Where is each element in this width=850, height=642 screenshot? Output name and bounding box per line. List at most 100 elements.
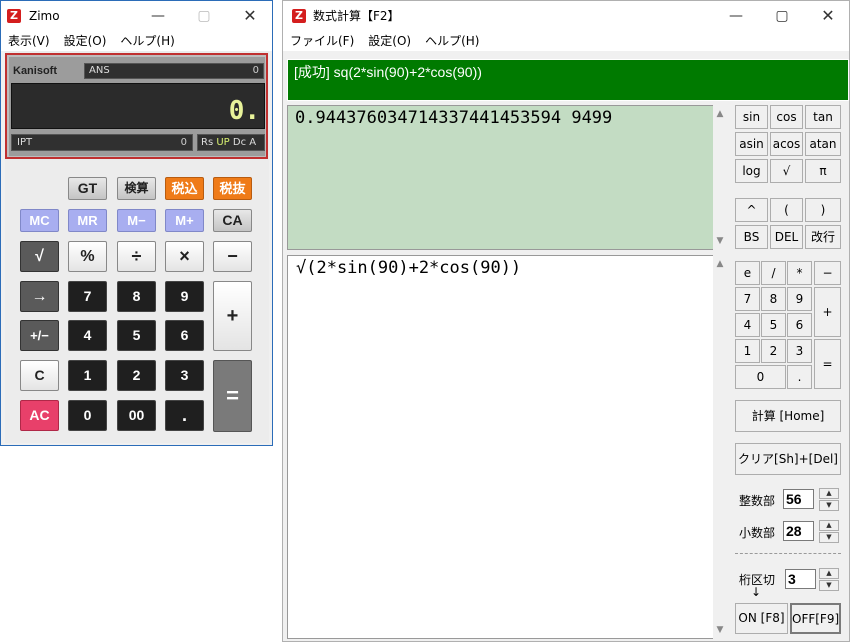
digit-8-button[interactable]: 8 <box>761 287 786 311</box>
menu-view[interactable]: 表示(V) <box>1 31 57 51</box>
backspace-button[interactable]: BS <box>735 225 768 249</box>
check-button[interactable]: 検算 <box>117 177 156 200</box>
scroll-down-icon[interactable]: ▼ <box>713 623 727 637</box>
open-paren-button[interactable]: ( <box>770 198 803 222</box>
calculate-button[interactable]: 計算 [Home] <box>735 400 841 432</box>
sqrt-button[interactable]: √ <box>770 159 803 183</box>
log-button[interactable]: log <box>735 159 768 183</box>
decimal-point-button[interactable]: . <box>787 365 812 389</box>
decimal-digits-input[interactable]: 28 <box>783 521 814 541</box>
clear-button[interactable]: クリア[Sh]+[Del] <box>735 443 841 475</box>
equals-button[interactable]: = <box>814 339 841 389</box>
spin-up-icon[interactable]: ▲ <box>819 520 839 531</box>
digit-9-button[interactable]: 9 <box>787 287 812 311</box>
menu-help[interactable]: ヘルプ(H) <box>113 31 181 51</box>
menu-file[interactable]: ファイル(F) <box>283 31 361 51</box>
backspace-arrow-button[interactable]: → <box>20 281 59 312</box>
spin-down-icon[interactable]: ▼ <box>819 580 839 591</box>
digit-grouping-spinner[interactable]: ▲ ▼ <box>819 568 839 592</box>
decimal-digits-spinner[interactable]: ▲ ▼ <box>819 520 839 544</box>
spin-up-icon[interactable]: ▲ <box>819 568 839 579</box>
ca-button[interactable]: CA <box>213 209 252 232</box>
digit-3-button[interactable]: 3 <box>787 339 812 363</box>
input-scrollbar[interactable]: ▲ ▼ <box>713 255 727 639</box>
atan-button[interactable]: atan <box>805 132 841 156</box>
digit-1-button[interactable]: 1 <box>68 360 107 391</box>
minimize-button[interactable]: — <box>135 1 181 31</box>
result-scrollbar[interactable]: ▲ ▼ <box>713 105 727 250</box>
integer-digits-input[interactable]: 56 <box>783 489 814 509</box>
mc-button[interactable]: MC <box>20 209 59 232</box>
acos-button[interactable]: acos <box>770 132 803 156</box>
percent-button[interactable]: % <box>68 241 107 272</box>
grouping-off-button[interactable]: OFF[F9] <box>790 603 841 634</box>
e-button[interactable]: e <box>735 261 760 285</box>
scroll-up-icon[interactable]: ▲ <box>713 257 727 271</box>
digit-0-button[interactable]: 0 <box>68 400 107 431</box>
spin-down-icon[interactable]: ▼ <box>819 532 839 543</box>
expression-input[interactable]: √(2*sin(90)+2*cos(90)) <box>287 255 715 639</box>
minimize-button[interactable]: — <box>713 1 759 31</box>
tax-include-button[interactable]: 税込 <box>165 177 204 200</box>
digit-7-button[interactable]: 7 <box>68 281 107 312</box>
close-button[interactable]: ✕ <box>227 1 273 31</box>
divide-button[interactable]: ÷ <box>117 241 156 272</box>
all-clear-button[interactable]: AC <box>20 400 59 431</box>
spin-down-icon[interactable]: ▼ <box>819 500 839 511</box>
multiply-button[interactable]: × <box>165 241 204 272</box>
digit-6-button[interactable]: 6 <box>787 313 812 337</box>
digit-5-button[interactable]: 5 <box>117 320 156 351</box>
spin-up-icon[interactable]: ▲ <box>819 488 839 499</box>
power-button[interactable]: ^ <box>735 198 768 222</box>
maximize-button[interactable]: ▢ <box>759 1 805 31</box>
digit-9-button[interactable]: 9 <box>165 281 204 312</box>
digit-1-button[interactable]: 1 <box>735 339 760 363</box>
close-button[interactable]: ✕ <box>805 1 850 31</box>
double-zero-button[interactable]: 00 <box>117 400 156 431</box>
asin-button[interactable]: asin <box>735 132 768 156</box>
scroll-up-icon[interactable]: ▲ <box>713 107 727 121</box>
newline-button[interactable]: 改行 <box>805 225 841 249</box>
delete-button[interactable]: DEL <box>770 225 803 249</box>
integer-digits-spinner[interactable]: ▲ ▼ <box>819 488 839 512</box>
result-display[interactable]: 0.944376034714337441453594 9499 <box>287 105 715 250</box>
plus-button[interactable]: + <box>814 287 841 337</box>
multiply-button[interactable]: * <box>787 261 812 285</box>
pi-button[interactable]: π <box>805 159 841 183</box>
digit-7-button[interactable]: 7 <box>735 287 760 311</box>
clear-button[interactable]: C <box>20 360 59 391</box>
digit-4-button[interactable]: 4 <box>68 320 107 351</box>
gt-button[interactable]: GT <box>68 177 107 200</box>
digit-0-button[interactable]: 0 <box>735 365 786 389</box>
minus-button[interactable]: − <box>814 261 841 285</box>
menu-help[interactable]: ヘルプ(H) <box>418 31 486 51</box>
m-plus-button[interactable]: M+ <box>165 209 204 232</box>
menu-settings[interactable]: 設定(O) <box>361 31 418 51</box>
sin-button[interactable]: sin <box>735 105 768 129</box>
formula-titlebar[interactable]: Z 数式計算【F2】 — ▢ ✕ <box>283 1 849 31</box>
divide-button[interactable]: / <box>761 261 786 285</box>
tax-exclude-button[interactable]: 税抜 <box>213 177 252 200</box>
minus-button[interactable]: − <box>213 241 252 272</box>
mr-button[interactable]: MR <box>68 209 107 232</box>
cos-button[interactable]: cos <box>770 105 803 129</box>
digit-3-button[interactable]: 3 <box>165 360 204 391</box>
close-paren-button[interactable]: ) <box>805 198 841 222</box>
digit-8-button[interactable]: 8 <box>117 281 156 312</box>
digit-6-button[interactable]: 6 <box>165 320 204 351</box>
equals-button[interactable]: = <box>213 360 252 432</box>
digit-2-button[interactable]: 2 <box>117 360 156 391</box>
digit-4-button[interactable]: 4 <box>735 313 760 337</box>
digit-5-button[interactable]: 5 <box>761 313 786 337</box>
tan-button[interactable]: tan <box>805 105 841 129</box>
decimal-point-button[interactable]: . <box>165 400 204 431</box>
zimo-titlebar[interactable]: Z Zimo — ▢ ✕ <box>1 1 272 31</box>
scroll-down-icon[interactable]: ▼ <box>713 234 727 248</box>
plus-button[interactable]: + <box>213 281 252 351</box>
digit-2-button[interactable]: 2 <box>761 339 786 363</box>
grouping-on-button[interactable]: ON [F8] <box>735 603 788 634</box>
digit-grouping-input[interactable]: 3 <box>785 569 816 589</box>
m-minus-button[interactable]: M− <box>117 209 156 232</box>
menu-settings[interactable]: 設定(O) <box>57 31 114 51</box>
sqrt-button[interactable]: √ <box>20 241 59 272</box>
